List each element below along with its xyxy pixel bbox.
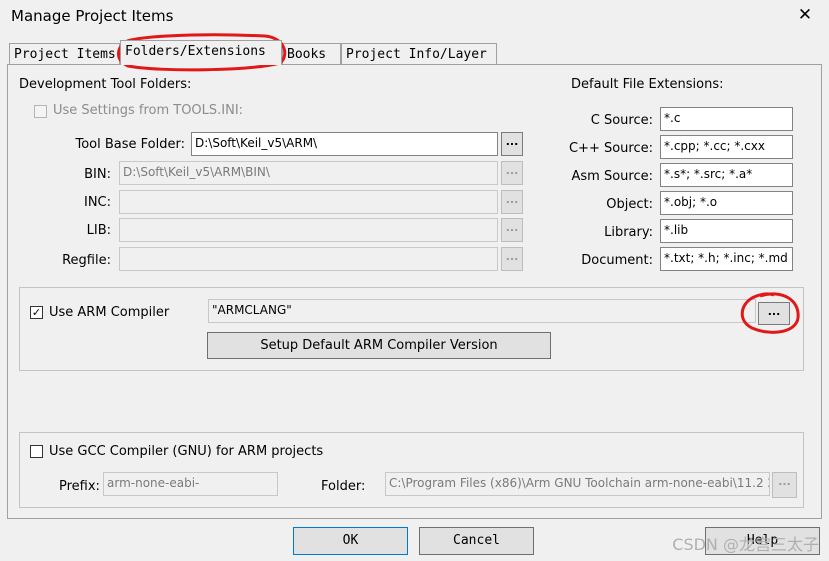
bin-browse-button[interactable]: ...	[501, 161, 523, 185]
object-label: Object:	[606, 197, 653, 212]
cancel-button[interactable]: Cancel	[419, 527, 534, 555]
cpp-source-label: C++ Source:	[568, 141, 653, 156]
tab-project-items[interactable]: Project Items	[9, 43, 120, 64]
tool-base-folder-label: Tool Base Folder:	[75, 137, 186, 152]
inc-browse-button[interactable]: ...	[501, 190, 523, 214]
close-icon[interactable]: ✕	[795, 5, 815, 25]
setup-arm-compiler-button[interactable]: Setup Default ARM Compiler Version	[207, 332, 551, 359]
lib-field[interactable]	[119, 218, 498, 242]
ok-button[interactable]: OK	[293, 527, 408, 555]
use-arm-compiler-checkbox[interactable]: ✓	[30, 306, 43, 319]
inc-field[interactable]	[119, 190, 498, 214]
window-title: Manage Project Items	[11, 7, 174, 25]
tab-folders-extensions[interactable]: Folders/Extensions	[120, 40, 282, 65]
bin-field[interactable]: D:\Soft\Keil_v5\ARM\BIN\	[119, 161, 498, 185]
lib-label: LIB:	[86, 223, 111, 238]
regfile-field[interactable]	[119, 247, 498, 271]
regfile-label: Regfile:	[62, 253, 111, 268]
document-label: Document:	[581, 253, 653, 268]
arm-compiler-browse-button[interactable]: ...	[758, 302, 790, 325]
regfile-browse-button[interactable]: ...	[501, 247, 523, 271]
use-gcc-label: Use GCC Compiler (GNU) for ARM projects	[49, 444, 324, 459]
dev-tool-folders-heading: Development Tool Folders:	[19, 77, 192, 92]
use-tools-ini-checkbox[interactable]	[34, 105, 47, 118]
lib-browse-button[interactable]: ...	[501, 218, 523, 242]
document-field[interactable]: *.txt; *.h; *.inc; *.md	[660, 247, 793, 271]
asm-source-field[interactable]: *.s*; *.src; *.a*	[660, 163, 793, 187]
inc-label: INC:	[83, 195, 111, 210]
use-arm-compiler-label: Use ARM Compiler	[49, 305, 170, 320]
arm-compiler-field[interactable]: "ARMCLANG"	[208, 299, 756, 323]
c-source-field[interactable]: *.c	[660, 107, 793, 131]
default-extensions-heading: Default File Extensions:	[571, 77, 724, 92]
gcc-prefix-label: Prefix:	[59, 479, 100, 494]
gcc-folder-browse-button[interactable]: ...	[772, 472, 797, 498]
use-tools-ini-label: Use Settings from TOOLS.INI:	[53, 103, 244, 118]
gcc-prefix-field[interactable]: arm-none-eabi-	[103, 472, 278, 496]
tab-books[interactable]: Books	[282, 43, 341, 64]
library-label: Library:	[604, 225, 653, 240]
object-field[interactable]: *.obj; *.o	[660, 191, 793, 215]
tab-project-info-layer[interactable]: Project Info/Layer	[341, 43, 497, 64]
gcc-folder-label: Folder:	[321, 479, 366, 494]
cpp-source-field[interactable]: *.cpp; *.cc; *.cxx	[660, 135, 793, 159]
gcc-folder-field[interactable]: C:\Program Files (x86)\Arm GNU Toolchain…	[385, 472, 770, 496]
library-field[interactable]: *.lib	[660, 219, 793, 243]
asm-source-label: Asm Source:	[571, 169, 654, 184]
tool-base-folder-field[interactable]: D:\Soft\Keil_v5\ARM\	[191, 132, 498, 156]
bin-label: BIN:	[84, 167, 111, 182]
tool-base-folder-browse-button[interactable]: ...	[501, 132, 523, 156]
c-source-label: C Source:	[590, 113, 653, 128]
use-gcc-checkbox[interactable]	[30, 445, 43, 458]
watermark: CSDN @龙宫三太子	[672, 535, 819, 554]
